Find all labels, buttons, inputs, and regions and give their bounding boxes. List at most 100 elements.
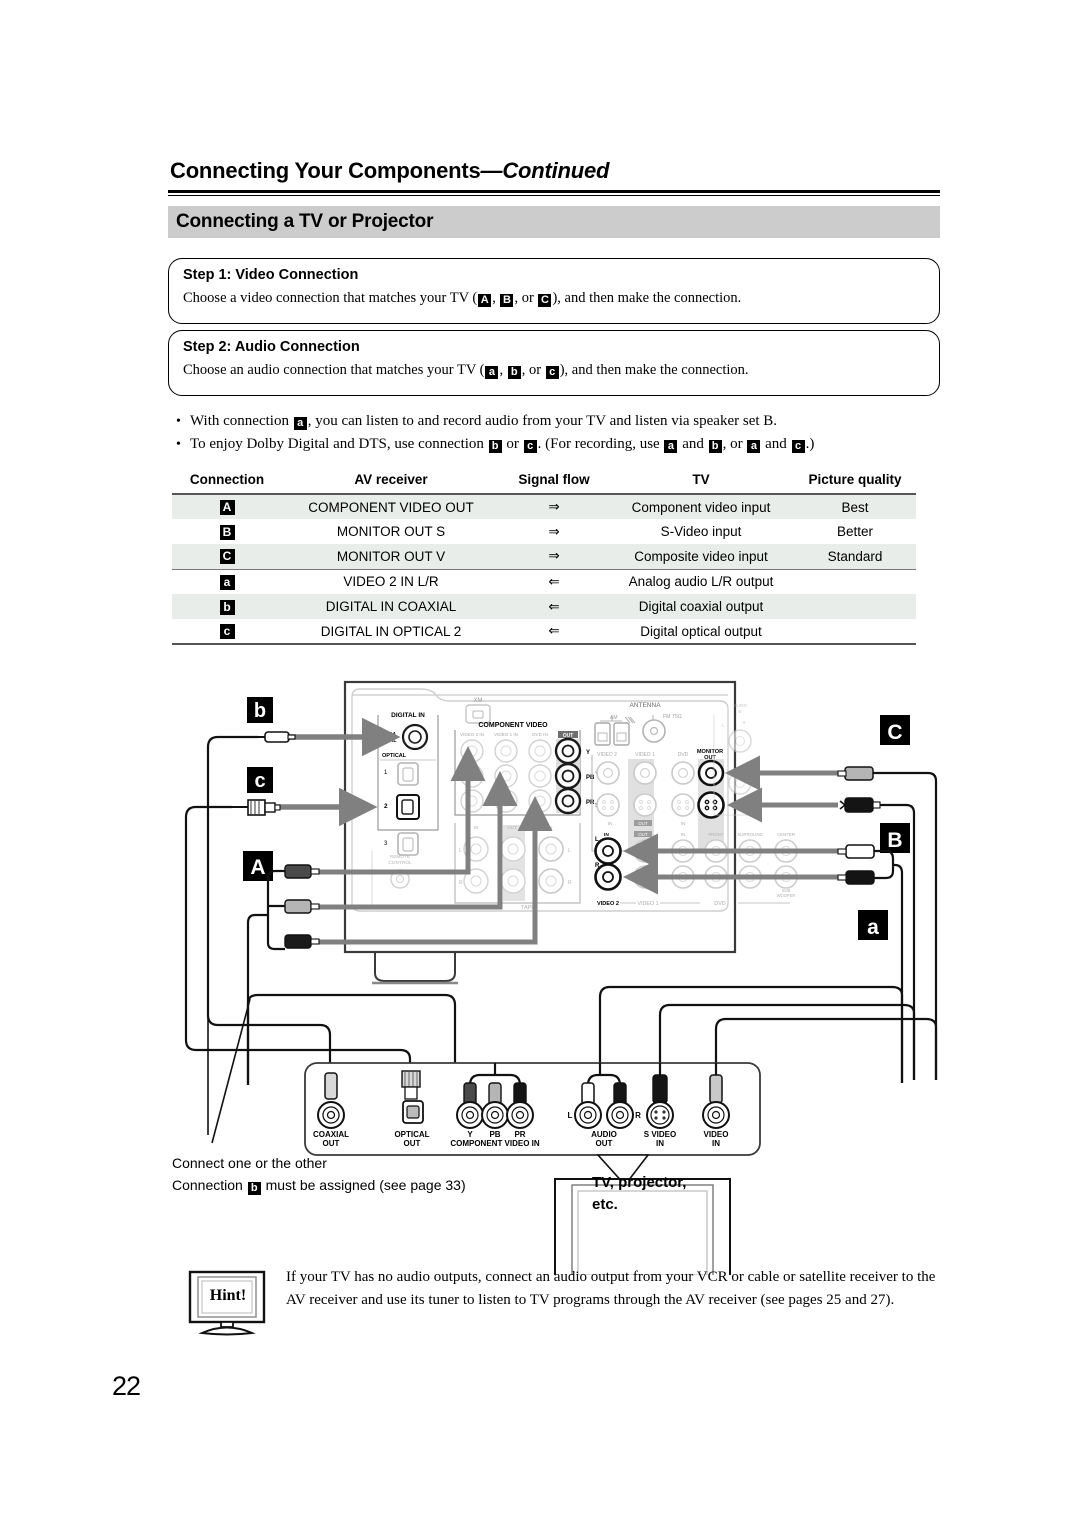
tv-label-s-video: S VIDEO bbox=[644, 1130, 676, 1139]
tv-label-y: Y bbox=[467, 1130, 473, 1139]
badge-A: A bbox=[478, 294, 492, 307]
table-header-connection: Connection bbox=[189, 472, 265, 487]
table-header-row: Connection AV receiver Signal flow TV Pi… bbox=[172, 470, 916, 494]
section-title: Connecting a TV or Projector bbox=[176, 211, 434, 232]
table-cell-connection: a bbox=[172, 569, 282, 594]
svg-text:R: R bbox=[459, 880, 463, 886]
step-2-body: Choose an audio connection that matches … bbox=[183, 362, 749, 379]
hint-text: If your TV has no audio outputs, connect… bbox=[286, 1269, 936, 1308]
table-cell-av-receiver: DIGITAL IN COAXIAL bbox=[282, 594, 500, 619]
label-optical: OPTICAL bbox=[382, 753, 407, 759]
badge-a-inline-2: a bbox=[664, 440, 678, 453]
bullet-2-part-2: or bbox=[502, 436, 523, 452]
bullet-item-1: With connection a, you can listen to and… bbox=[168, 410, 958, 433]
badge-c-inline-1: c bbox=[523, 440, 537, 453]
table-cell-av-receiver: MONITOR OUT S bbox=[336, 524, 446, 539]
label-antenna: ANTENNA bbox=[629, 702, 661, 709]
badge-c: c bbox=[545, 366, 559, 379]
callout-a: a bbox=[837, 844, 904, 1083]
table-row: A COMPONENT VIDEO OUT ⇒ Component video inp… bbox=[172, 494, 916, 519]
label-digital-in: DIGITAL IN bbox=[391, 712, 425, 719]
callout-label-B: B bbox=[887, 829, 902, 852]
badge-b-inline-2: b bbox=[708, 440, 722, 453]
note-line-2-part-1: Connection bbox=[172, 1177, 247, 1193]
label-component-video: COMPONENT VIDEO bbox=[478, 722, 548, 729]
table-cell-tv: S-Video input bbox=[660, 524, 742, 539]
table-cell-connection: A bbox=[172, 494, 282, 519]
table-cell-signal-flow: ⇐ bbox=[500, 619, 608, 645]
table-row: b DIGITAL IN COAXIAL ⇐ Digital coaxial outp… bbox=[172, 594, 916, 619]
svg-text:OUT: OUT bbox=[638, 821, 648, 826]
badge-B: B bbox=[500, 294, 514, 307]
step-2-text-before: Choose an audio connection that matches … bbox=[183, 362, 485, 378]
header-rule-thin bbox=[168, 195, 940, 196]
bullet-2-part-4: and bbox=[678, 436, 708, 452]
label-cv-video2in: VIDEO 2 IN bbox=[460, 732, 484, 737]
bullet-list: With connection a, you can listen to and… bbox=[168, 410, 958, 456]
svg-text:WOOFER: WOOFER bbox=[777, 893, 796, 898]
svg-text:IN: IN bbox=[681, 821, 686, 826]
table-cell-picture-quality bbox=[794, 619, 916, 645]
table-cell-av-receiver: COMPONENT VIDEO OUT bbox=[282, 494, 500, 519]
label-video2-top: VIDEO 2 bbox=[597, 752, 617, 758]
step-1-sep-1: , bbox=[492, 290, 500, 306]
bullet-2-part-6: and bbox=[761, 436, 791, 452]
tv-label-audio: AUDIO bbox=[591, 1130, 617, 1139]
hint-label: Hint! bbox=[209, 1287, 247, 1304]
note-leader-lines bbox=[207, 998, 251, 1144]
svg-text:R: R bbox=[568, 880, 572, 886]
header-rule-thick bbox=[168, 190, 940, 193]
table-cell-signal-flow: ⇐ bbox=[548, 573, 560, 589]
bullet-2-part-3: . (For recording, use bbox=[537, 436, 664, 452]
connection-table: Connection AV receiver Signal flow TV Pi… bbox=[172, 470, 916, 645]
connection-badge: c bbox=[219, 624, 235, 639]
chapter-title-text: Connecting Your Components bbox=[170, 158, 481, 183]
callout-c: c bbox=[232, 767, 281, 816]
step-2-sep-2: , or bbox=[521, 362, 545, 378]
label-optical-2: 2 bbox=[384, 803, 388, 810]
connection-diagram: DIGITAL IN COA XIAL OPTICAL 1 2 3 XM COM… bbox=[0, 655, 1080, 1275]
connection-badge: b bbox=[219, 599, 235, 615]
badge-c-inline-2: c bbox=[791, 440, 805, 453]
table-header-picture-quality: Picture quality bbox=[808, 472, 902, 487]
label-dvd-bottom: DVD bbox=[714, 901, 725, 907]
callout-label-c: c bbox=[254, 770, 265, 792]
connection-badge: a bbox=[219, 574, 235, 590]
badge-C: C bbox=[538, 294, 552, 307]
callout-label-A: A bbox=[250, 856, 265, 879]
note-line-2-part-2: must be assigned (see page 33) bbox=[261, 1177, 466, 1193]
note-line-2: Connection b must be assigned (see page … bbox=[172, 1174, 466, 1196]
table-header-tv: TV bbox=[692, 472, 710, 487]
table-cell-signal-flow: ⇒ bbox=[500, 494, 608, 519]
tv-label-coaxial-out: OUT bbox=[323, 1139, 340, 1148]
badge-b: b bbox=[507, 366, 521, 379]
svg-text:L: L bbox=[568, 848, 571, 854]
tv-label-optical: OPTICAL bbox=[394, 1130, 429, 1139]
manual-page: Connecting Your Components—Continued Con… bbox=[0, 0, 1080, 1528]
tv-label-pb: PB bbox=[489, 1130, 500, 1139]
label-video1-top: VIDEO 1 bbox=[635, 752, 655, 758]
step-2-text-after: ), and then make the connection. bbox=[559, 362, 749, 378]
table-cell-picture-quality bbox=[794, 594, 916, 619]
svg-text:SURROUND: SURROUND bbox=[737, 832, 762, 837]
tv-label-video: VIDEO bbox=[704, 1130, 729, 1139]
step-2-sep-1: , bbox=[499, 362, 507, 378]
table-header-av-receiver: AV receiver bbox=[354, 472, 428, 487]
table-cell-av-receiver: MONITOR OUT V bbox=[282, 544, 500, 570]
tv-box-line-1: TV, projector, bbox=[592, 1174, 687, 1191]
tv-label-audio-out: OUT bbox=[596, 1139, 613, 1148]
svg-text:IN: IN bbox=[608, 821, 613, 826]
svg-text:FRONT: FRONT bbox=[708, 832, 723, 837]
table-cell-tv: Digital coaxial output bbox=[608, 594, 794, 619]
label-cv-y: Y bbox=[586, 750, 590, 756]
label-cv-video1in: VIDEO 1 IN bbox=[494, 732, 518, 737]
table-header-signal-flow: Signal flow bbox=[518, 472, 590, 487]
connection-badge: B bbox=[219, 524, 235, 540]
callout-label-C: C bbox=[887, 721, 902, 744]
table-cell-tv: Component video input bbox=[608, 494, 794, 519]
svg-text:OUT: OUT bbox=[638, 832, 648, 837]
callout-label-a: a bbox=[867, 916, 879, 939]
table-row: C MONITOR OUT V ⇒ Composite video input Stan… bbox=[172, 544, 916, 570]
table-cell-picture-quality: Better bbox=[836, 524, 874, 539]
bullet-item-2: To enjoy Dolby Digital and DTS, use conn… bbox=[168, 433, 958, 456]
